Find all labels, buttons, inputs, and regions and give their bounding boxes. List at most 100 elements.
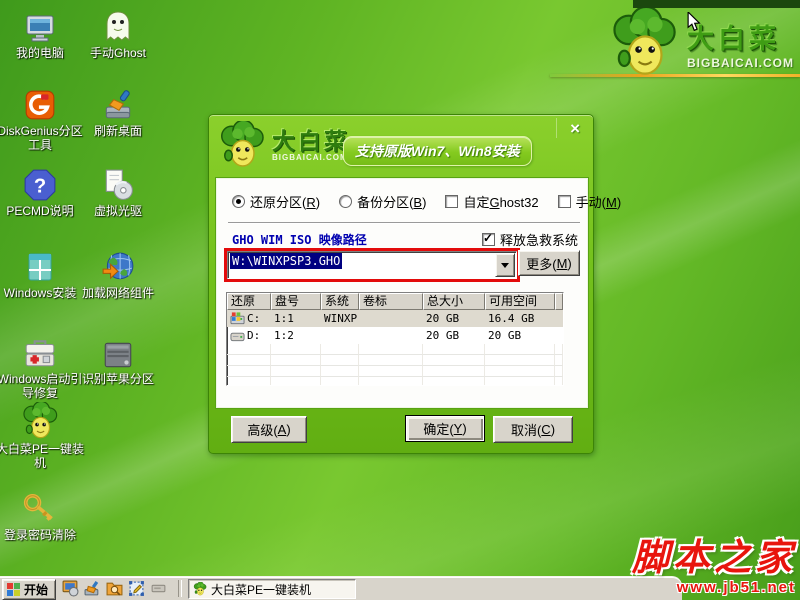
combobox-dropdown-button[interactable]: [495, 253, 515, 277]
desktop-icon-label: 识别苹果分区: [81, 372, 154, 386]
mouse-cursor: [687, 12, 701, 32]
system-cell: WINXP: [324, 312, 358, 325]
more-button[interactable]: 更多(M): [518, 250, 580, 276]
table-row-d-drive[interactable]: D: 1:2 20 GB 20 GB: [227, 327, 563, 344]
taskbar-item-label: 大白菜PE一键装机: [211, 582, 312, 597]
radio-icon: [232, 195, 245, 208]
checkbox-icon: [445, 195, 459, 208]
column-header[interactable]: 总大小: [423, 293, 485, 310]
desktop-icon-apple-partition[interactable]: 识别苹果分区: [72, 332, 164, 386]
taskbar-separator: [178, 580, 182, 597]
display-properties-icon[interactable]: [62, 580, 79, 597]
window-icon: [28, 253, 52, 281]
desktop-icon-manual-ghost[interactable]: 手动Ghost: [72, 6, 164, 60]
empty-row: [227, 366, 563, 377]
radio-restore-partition[interactable]: 还原分区(R): [232, 192, 320, 211]
ghost-icon: [106, 11, 130, 42]
brush-icon: [105, 90, 131, 119]
column-header[interactable]: 可用空间: [485, 293, 555, 310]
screenshot-icon[interactable]: [128, 580, 145, 597]
column-header[interactable]: 盘号: [271, 293, 321, 310]
globe-arrow-icon: [102, 252, 134, 280]
rescue-label: 释放急救系统: [499, 233, 578, 248]
ok-button[interactable]: 确定(Y): [405, 415, 485, 442]
empty-row: [227, 355, 563, 366]
desktop-icon-label: 刷新桌面: [93, 124, 142, 138]
table-header-row: 还原 盘号 系统 卷标 总大小 可用空间: [227, 293, 563, 310]
table-row-c-drive[interactable]: C: 1:1 WINXP 20 GB 16.4 GB: [227, 310, 563, 327]
empty-row: [227, 377, 563, 385]
chevron-down-icon: [501, 262, 509, 272]
desktop-icon-label: 大白菜PE一键装机: [0, 442, 84, 470]
ghost-installer-dialog: × 大白菜 BIGBAICAI.COM 支持原版Win7、Win8安装 还原分区…: [208, 114, 621, 454]
radio-icon: [339, 195, 353, 208]
banner-dark-strip: [633, 0, 800, 8]
cleanup-brush-icon[interactable]: [84, 580, 101, 597]
watermark-title: 脚本之家: [632, 538, 796, 579]
taskbar-item-dabaicai-pe[interactable]: 大白菜PE一键装机: [188, 579, 356, 599]
desktop-icon-virtual-cdrom[interactable]: 虚拟光驱: [72, 164, 164, 218]
cabbage-mascot-icon: [221, 121, 264, 167]
checkbox-release-rescue-system[interactable]: 释放急救系统: [481, 230, 578, 249]
disk-cell: 1:2: [274, 329, 294, 342]
checkbox-custom-ghost32[interactable]: 自定Ghost32: [445, 192, 539, 211]
column-header[interactable]: 还原: [227, 293, 271, 310]
file-search-icon[interactable]: [106, 580, 123, 597]
windows-drive-icon: [230, 312, 245, 325]
image-path-value[interactable]: W:\WINXPSP3.GHO: [228, 252, 494, 278]
radio-restore-label: 还原分区(R): [250, 195, 321, 210]
close-icon[interactable]: ×: [556, 118, 580, 138]
desktop-icon-dabaicai-pe[interactable]: 大白菜PE一键装机: [0, 402, 86, 470]
drive-cell: D:: [227, 327, 271, 344]
total-size-cell: 20 GB: [426, 329, 460, 342]
cabbage-icon: [193, 582, 207, 596]
cabbage-icon: [23, 402, 58, 439]
dialog-panel: 还原分区(R) 备份分区(B) 自定Ghost32 手动(M) GHO WIM …: [215, 177, 621, 409]
desktop-icon-label: 登录密码清除: [3, 528, 76, 542]
image-path-combobox[interactable]: W:\WINXPSP3.GHO: [227, 251, 517, 279]
start-button[interactable]: 开始: [2, 579, 57, 600]
image-path-label: GHO WIM ISO 映像路径: [232, 233, 367, 247]
brand-name: 大白菜: [687, 23, 780, 54]
dialog-support-badge: 支持原版Win7、Win8安装: [343, 136, 532, 166]
first-aid-icon: [25, 340, 55, 367]
question-icon: ?: [24, 169, 56, 201]
cabbage-mascot-icon: [613, 8, 676, 75]
desktop-icon-label: 手动Ghost: [89, 46, 147, 60]
key-icon: [23, 493, 53, 521]
free-space-cell: 16.4 GB: [488, 312, 535, 325]
desktop-icon-refresh-desktop[interactable]: 刷新桌面: [72, 84, 164, 138]
partition-table: 还原 盘号 系统 卷标 总大小 可用空间 C: 1:1 WINXP 20 GB …: [226, 292, 564, 386]
radio-backup-label: 备份分区(B): [357, 195, 427, 210]
checkbox-manual-label: 手动(M): [575, 195, 622, 210]
checkbox-manual[interactable]: 手动(M): [557, 192, 622, 211]
drive-icon: [230, 332, 245, 342]
filler-cell: [555, 310, 563, 327]
cancel-button[interactable]: 取消(C): [493, 416, 573, 443]
storage-icon[interactable]: [150, 580, 167, 597]
column-header: [555, 293, 563, 310]
desktop-icon-clear-password[interactable]: 登录密码清除: [0, 488, 86, 542]
bigbaicai-banner: 大白菜 BIGBAICAI.COM: [607, 8, 794, 78]
column-header[interactable]: 系统: [321, 293, 359, 310]
checkbox-icon: [481, 231, 495, 246]
start-label: 开始: [24, 583, 49, 597]
advanced-button[interactable]: 高级(A): [231, 416, 307, 443]
dialog-brand-domain: BIGBAICAI.COM: [272, 152, 348, 162]
desktop-icon-load-network[interactable]: 加载网络组件: [72, 246, 164, 300]
checkbox-icon: [557, 195, 571, 208]
mode-options-row: 还原分区(R) 备份分区(B) 自定Ghost32 手动(M): [232, 192, 621, 211]
svg-text:?: ?: [34, 175, 46, 197]
hard-drive-icon: [104, 342, 132, 368]
radio-backup-partition[interactable]: 备份分区(B): [339, 192, 426, 211]
dialog-header: 大白菜 BIGBAICAI.COM: [217, 121, 350, 169]
free-space-cell: 20 GB: [488, 329, 522, 342]
desktop: 大白菜 BIGBAICAI.COM 我的电脑 手动Ghost DiskGeniu…: [0, 0, 800, 600]
start-icon: [7, 583, 20, 596]
monitor-icon: [26, 15, 54, 42]
empty-row: [227, 344, 563, 355]
brand-domain: BIGBAICAI.COM: [687, 55, 794, 70]
column-header[interactable]: 卷标: [359, 293, 423, 310]
desktop-icon-label: 加载网络组件: [81, 286, 154, 300]
cd-icon: [105, 169, 133, 200]
